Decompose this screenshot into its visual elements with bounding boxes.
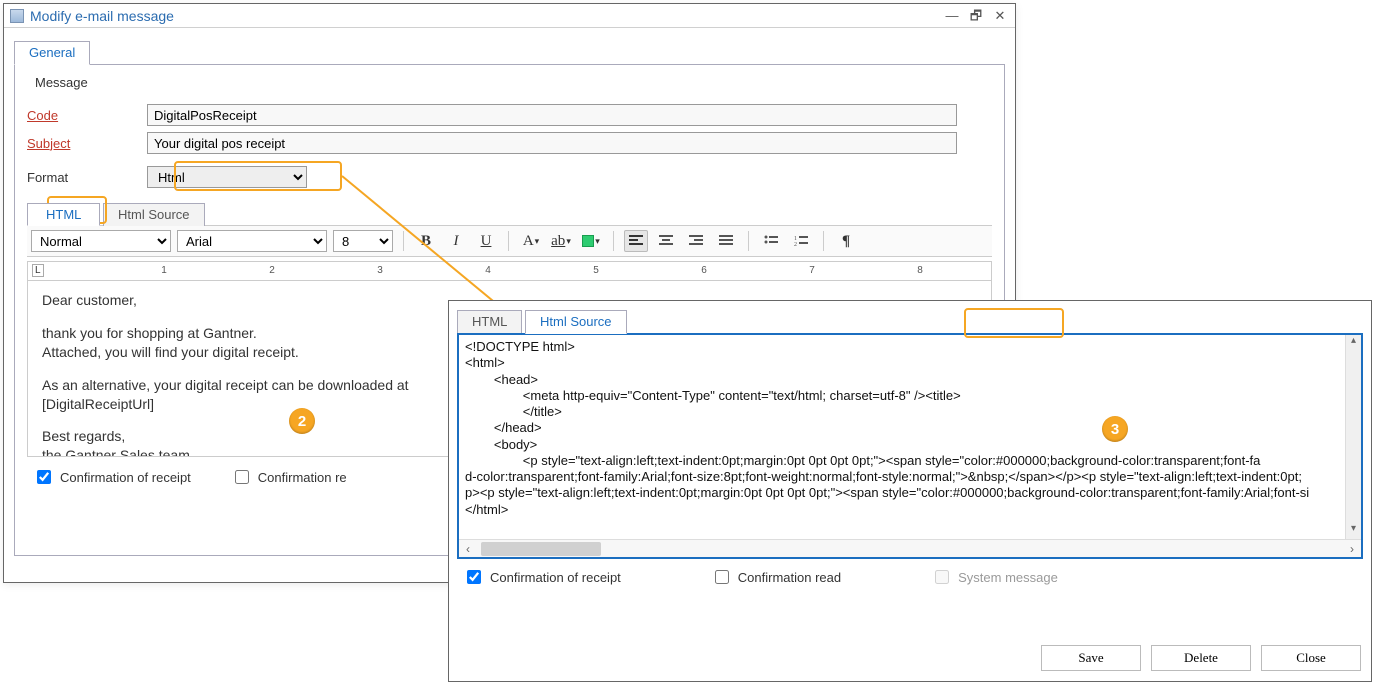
- bullet-list-button[interactable]: [759, 230, 783, 252]
- dialog-button-bar: Save Delete Close: [1041, 645, 1361, 671]
- code-label[interactable]: Code: [27, 108, 147, 123]
- system-message-checkbox: System message: [931, 567, 1058, 587]
- close-button[interactable]: Close: [1261, 645, 1361, 671]
- confirmation-receipt-input-2[interactable]: [467, 570, 481, 584]
- font-color-button[interactable]: A▾: [519, 230, 543, 252]
- confirmation-read-checkbox-partial[interactable]: Confirmation re: [231, 467, 368, 487]
- ruler-unit-icon: L: [32, 264, 44, 277]
- scroll-right-icon[interactable]: ›: [1343, 540, 1361, 558]
- background-color-button[interactable]: ▾: [579, 230, 603, 252]
- maximize-button[interactable]: 🗗: [967, 4, 985, 28]
- ruler: L 1 2 3 4 5 6 7 8: [27, 261, 992, 281]
- highlight-color-button[interactable]: ab▾: [549, 230, 573, 252]
- confirmation-receipt-checkbox[interactable]: Confirmation of receipt: [33, 467, 191, 487]
- ruler-number: 7: [809, 265, 815, 276]
- align-right-button[interactable]: [684, 230, 708, 252]
- save-button[interactable]: Save: [1041, 645, 1141, 671]
- confirmation-receipt-checkbox-2[interactable]: Confirmation of receipt: [463, 567, 621, 587]
- tab-general[interactable]: General: [14, 41, 90, 65]
- numbered-list-button[interactable]: 12: [789, 230, 813, 252]
- font-size-select[interactable]: 8: [333, 230, 393, 252]
- ruler-number: 4: [485, 265, 491, 276]
- format-select[interactable]: Html: [147, 166, 307, 188]
- ruler-number: 5: [593, 265, 599, 276]
- horizontal-scrollbar[interactable]: ‹ ›: [459, 539, 1361, 557]
- confirmation-read-input-2[interactable]: [715, 570, 729, 584]
- italic-button[interactable]: I: [444, 230, 468, 252]
- top-tabs: General: [14, 40, 1005, 64]
- ruler-number: 2: [269, 265, 275, 276]
- message-legend: Message: [31, 75, 92, 90]
- src-line: p><p style="text-align:left;text-indent:…: [465, 485, 1355, 501]
- format-label: Format: [27, 170, 147, 185]
- app-icon: [10, 9, 24, 23]
- src-line: <html>: [465, 355, 1355, 371]
- window-title: Modify e-mail message: [30, 4, 174, 28]
- system-message-input: [935, 570, 949, 584]
- annotation-badge-2: 2: [289, 408, 315, 434]
- src-line: </head>: [465, 420, 1355, 436]
- close-window-button[interactable]: ✕: [991, 4, 1009, 28]
- paragraph-marks-button[interactable]: ¶: [834, 230, 858, 252]
- confirmation-receipt-input[interactable]: [37, 470, 51, 484]
- src-line: </html>: [465, 502, 1355, 518]
- ruler-number: 6: [701, 265, 707, 276]
- src-line: </title>: [465, 404, 1355, 420]
- align-left-button[interactable]: [624, 230, 648, 252]
- ruler-number: 8: [917, 265, 923, 276]
- annotation-badge-3: 3: [1102, 416, 1128, 442]
- tab-html-source-2[interactable]: Html Source: [525, 310, 627, 334]
- minimize-button[interactable]: —: [943, 4, 961, 28]
- delete-button[interactable]: Delete: [1151, 645, 1251, 671]
- scroll-up-icon[interactable]: ▴: [1346, 335, 1361, 351]
- underline-button[interactable]: U: [474, 230, 498, 252]
- html-source-textarea[interactable]: <!DOCTYPE html> <html> <head> <meta http…: [457, 333, 1363, 559]
- ruler-number: 1: [161, 265, 167, 276]
- scroll-thumb[interactable]: [481, 542, 601, 556]
- src-line: <body>: [465, 437, 1355, 453]
- confirmation-read-checkbox-2[interactable]: Confirmation read: [711, 567, 841, 587]
- src-line: <!DOCTYPE html>: [465, 339, 1355, 355]
- svg-text:2: 2: [794, 242, 797, 247]
- bold-button[interactable]: B: [414, 230, 438, 252]
- options-row-panel2: Confirmation of receipt Confirmation rea…: [449, 567, 1371, 587]
- confirmation-read-input-partial[interactable]: [235, 470, 249, 484]
- title-bar: Modify e-mail message — 🗗 ✕: [4, 4, 1015, 28]
- subject-label[interactable]: Subject: [27, 136, 147, 151]
- scroll-down-icon[interactable]: ▾: [1346, 523, 1361, 539]
- align-justify-button[interactable]: [714, 230, 738, 252]
- src-line: d-color:transparent;font-family:Arial;fo…: [465, 469, 1355, 485]
- editor-toolbar: Normal Arial 8 B I U A▾ ab▾ ▾: [27, 225, 992, 257]
- html-source-panel: HTML Html Source <!DOCTYPE html> <html> …: [448, 300, 1372, 682]
- src-line: <p style="text-align:left;text-indent:0p…: [465, 453, 1355, 469]
- code-input[interactable]: [147, 104, 957, 126]
- tab-html-source[interactable]: Html Source: [103, 203, 205, 226]
- style-select[interactable]: Normal: [31, 230, 171, 252]
- tab-html-2[interactable]: HTML: [457, 310, 522, 333]
- src-line: <meta http-equiv="Content-Type" content=…: [465, 388, 1355, 404]
- tab-html[interactable]: HTML: [27, 203, 100, 226]
- align-center-button[interactable]: [654, 230, 678, 252]
- subject-input[interactable]: [147, 132, 957, 154]
- ruler-number: 3: [377, 265, 383, 276]
- scroll-left-icon[interactable]: ‹: [459, 540, 477, 558]
- src-line: <head>: [465, 372, 1355, 388]
- font-select[interactable]: Arial: [177, 230, 327, 252]
- vertical-scrollbar[interactable]: ▴ ▾: [1345, 335, 1361, 539]
